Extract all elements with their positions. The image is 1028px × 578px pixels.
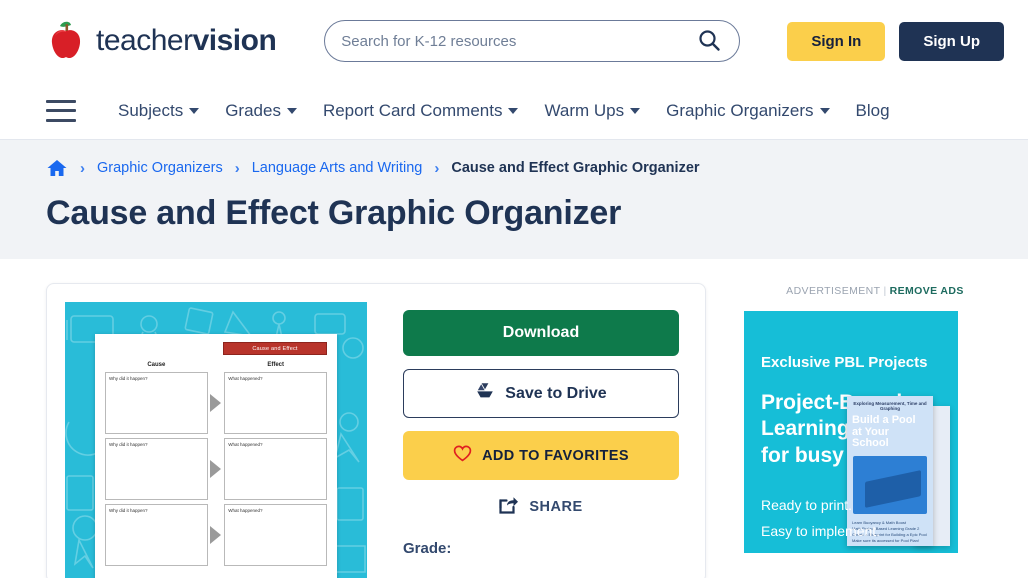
- nav-item-warm-ups[interactable]: Warm Ups: [544, 100, 641, 121]
- ad-kicker: Exclusive PBL Projects: [761, 354, 928, 371]
- google-drive-icon: [475, 382, 495, 405]
- nav-item-grades[interactable]: Grades: [225, 101, 297, 121]
- share-icon: [499, 496, 519, 518]
- worksheet-cause-cell: Why did it happen?: [105, 438, 208, 500]
- arrow-right-icon: [208, 438, 225, 500]
- resource-actions: Download Save to Drive ADD TO FAVORITES …: [367, 302, 689, 578]
- worksheet-effect-cell: What happened?: [224, 372, 327, 434]
- nav-item-subjects[interactable]: Subjects: [118, 100, 200, 121]
- nav-label-graphic-organizers: Graphic Organizers: [666, 100, 814, 120]
- download-button[interactable]: Download: [403, 310, 679, 356]
- save-to-drive-label: Save to Drive: [505, 384, 607, 402]
- page-header-band: › Graphic Organizers › Language Arts and…: [0, 140, 1028, 259]
- arrow-right-icon: [208, 504, 225, 566]
- breadcrumb-item-current: Cause and Effect Graphic Organizer: [451, 160, 700, 176]
- ad-sub-line2: Easy to implement.: [761, 523, 881, 539]
- advertisement-label-row: ADVERTISEMENT | REMOVE ADS: [744, 285, 1006, 297]
- worksheet-col-effect: Effect: [267, 362, 284, 368]
- hamburger-menu-icon[interactable]: [46, 99, 76, 122]
- chevron-down-icon: [630, 107, 641, 114]
- add-to-favorites-label: ADD TO FAVORITES: [482, 447, 629, 464]
- worksheet-cause-cell: Why did it happen?: [105, 372, 208, 434]
- chevron-down-icon: [286, 107, 297, 114]
- ad-book-illustration: [853, 455, 927, 514]
- advertisement-banner[interactable]: Exclusive PBL Projects Project-Based Lea…: [744, 311, 958, 553]
- share-button[interactable]: SHARE: [403, 496, 679, 518]
- nav-label-blog: Blog: [855, 100, 890, 120]
- chevron-down-icon: [819, 107, 830, 114]
- worksheet-title-tag: Cause and Effect: [223, 342, 327, 355]
- logo-text-bold: vision: [192, 24, 277, 57]
- worksheet-col-cause: Cause: [147, 362, 166, 368]
- nav-item-report-card-comments[interactable]: Report Card Comments: [323, 101, 519, 121]
- sign-in-button[interactable]: Sign In: [787, 21, 886, 61]
- worksheet-sheet: Cause and Effect Cause Effect Why did it…: [95, 334, 337, 578]
- worksheet-row: Why did it happen? What happened?: [105, 438, 327, 500]
- nav-label-grades: Grades: [225, 100, 281, 120]
- logo-wordmark: teachervision: [96, 24, 277, 57]
- save-to-drive-button[interactable]: Save to Drive: [403, 369, 679, 418]
- home-icon[interactable]: [46, 158, 68, 178]
- page-title: Cause and Effect Graphic Organizer: [46, 194, 622, 232]
- worksheet-cause-cell: Why did it happen?: [105, 504, 208, 566]
- site-header: teachervision Sign In Sign Up: [0, 0, 1028, 82]
- breadcrumb-separator: ›: [434, 159, 440, 177]
- main-navigation: Subjects Grades Report Card Comments War…: [0, 82, 1028, 140]
- arrow-right-icon: [208, 372, 225, 434]
- heart-outline-icon: [453, 445, 472, 466]
- breadcrumb-separator: ›: [80, 159, 85, 177]
- site-logo[interactable]: teachervision: [46, 19, 277, 63]
- search-button[interactable]: [697, 28, 721, 55]
- advertisement-label: ADVERTISEMENT: [786, 285, 881, 297]
- add-to-favorites-button[interactable]: ADD TO FAVORITES: [403, 431, 679, 480]
- worksheet-effect-cell: What happened?: [224, 504, 327, 566]
- ad-book-top-text: Exploring Measurement, Time and Graphing: [853, 401, 927, 411]
- apple-icon: [46, 19, 86, 63]
- nav-item-blog[interactable]: Blog: [856, 101, 890, 121]
- breadcrumb: › Graphic Organizers › Language Arts and…: [46, 158, 982, 178]
- search-icon: [697, 28, 721, 55]
- chevron-down-icon: [508, 107, 519, 114]
- worksheet-tag-row: Cause and Effect: [105, 342, 327, 355]
- worksheet-column-headers: Cause Effect: [105, 362, 327, 368]
- search-input[interactable]: [341, 32, 698, 50]
- worksheet-row: Why did it happen? What happened?: [105, 504, 327, 566]
- resource-card: Cause and Effect Cause Effect Why did it…: [46, 283, 706, 578]
- auth-buttons: Sign In Sign Up: [787, 21, 1004, 61]
- sign-up-button[interactable]: Sign Up: [899, 21, 1004, 61]
- worksheet-preview-image[interactable]: Cause and Effect Cause Effect Why did it…: [65, 302, 367, 578]
- chevron-down-icon: [189, 107, 200, 114]
- grade-label: Grade:: [403, 540, 452, 557]
- worksheet-row: Why did it happen? What happened?: [105, 372, 327, 434]
- ad-sub-line1: Ready to print.: [761, 497, 853, 513]
- breadcrumb-item-graphic-organizers[interactable]: Graphic Organizers: [97, 160, 223, 176]
- breadcrumb-item-language-arts-and-writing[interactable]: Language Arts and Writing: [252, 160, 423, 176]
- nav-label-report-card-comments: Report Card Comments: [322, 100, 503, 120]
- advertisement-rail: ADVERTISEMENT | REMOVE ADS Exclusive PBL P…: [744, 283, 1006, 578]
- breadcrumb-separator: ›: [234, 159, 240, 177]
- search-bar[interactable]: [324, 20, 741, 62]
- nav-item-graphic-organizers[interactable]: Graphic Organizers: [666, 100, 830, 121]
- ad-book-title: Build a Pool at Your School: [852, 414, 916, 450]
- share-label: SHARE: [529, 499, 583, 515]
- main-content: Cause and Effect Cause Effect Why did it…: [0, 259, 1028, 578]
- advertisement-separator: |: [883, 285, 887, 297]
- remove-ads-link[interactable]: REMOVE ADS: [890, 285, 964, 297]
- worksheet-effect-cell: What happened?: [224, 438, 327, 500]
- nav-label-warm-ups: Warm Ups: [544, 100, 625, 120]
- nav-label-subjects: Subjects: [118, 100, 184, 120]
- logo-text-thin: teacher: [96, 24, 193, 57]
